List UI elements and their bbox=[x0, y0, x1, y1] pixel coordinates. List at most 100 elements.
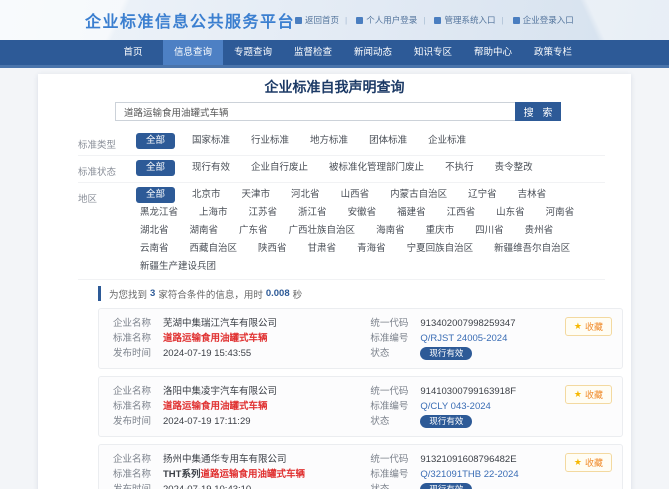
filter-option[interactable]: 山东省 bbox=[492, 205, 529, 221]
favorite-label: 收藏 bbox=[585, 388, 603, 401]
filter-option[interactable]: 广西壮族自治区 bbox=[285, 223, 360, 239]
standard-name-highlight[interactable]: 道路运输食用油罐式车辆 bbox=[200, 469, 305, 480]
standard-number-link[interactable]: Q/CLY 043-2024 bbox=[420, 400, 490, 413]
filter-option[interactable]: 被标准化管理部门废止 bbox=[325, 160, 428, 176]
filter-option[interactable]: 行业标准 bbox=[247, 133, 293, 149]
filter-option[interactable]: 宁夏回族自治区 bbox=[403, 241, 478, 257]
filter-option[interactable]: 云南省 bbox=[136, 241, 173, 257]
header-link[interactable]: 企业登录入口 bbox=[496, 14, 574, 26]
filter-option[interactable]: 重庆市 bbox=[422, 223, 459, 239]
unified-code: 913402007998259347 bbox=[420, 317, 515, 330]
filter-option[interactable]: 江西省 bbox=[443, 205, 480, 221]
favorite-button[interactable]: ★ 收藏 bbox=[565, 385, 612, 404]
nav-tab[interactable]: 信息查询 bbox=[163, 40, 223, 65]
nav-tab[interactable]: 专题查询 bbox=[223, 40, 283, 65]
favorite-button[interactable]: ★ 收藏 bbox=[565, 317, 612, 336]
company-name: 扬州中集通华专用车有限公司 bbox=[163, 453, 287, 466]
nav-tab[interactable]: 帮助中心 bbox=[463, 40, 523, 65]
code-label: 统一代码 bbox=[370, 385, 420, 398]
nav-tab-label: 帮助中心 bbox=[474, 47, 512, 58]
header-link[interactable]: 返回首页 bbox=[295, 14, 339, 26]
number-label: 标准编号 bbox=[370, 468, 420, 481]
home-icon bbox=[295, 17, 302, 24]
filter-option[interactable]: 海南省 bbox=[372, 223, 409, 239]
filter-option[interactable]: 浙江省 bbox=[294, 205, 331, 221]
filter-option[interactable]: 黑龙江省 bbox=[136, 205, 182, 221]
filter-option[interactable]: 国家标准 bbox=[188, 133, 234, 149]
filter-option[interactable]: 湖南省 bbox=[186, 223, 223, 239]
filter-option[interactable]: 江苏省 bbox=[245, 205, 282, 221]
header-link-label: 管理系统入口 bbox=[444, 14, 495, 26]
publish-date: 2024-07-19 15:43:55 bbox=[163, 347, 251, 360]
code-label: 统一代码 bbox=[370, 317, 420, 330]
filter-option[interactable]: 全部 bbox=[136, 160, 175, 176]
filter-option[interactable]: 吉林省 bbox=[514, 187, 551, 203]
filter-option[interactable]: 西藏自治区 bbox=[186, 241, 242, 257]
nav-tab[interactable]: 首页 bbox=[103, 40, 163, 65]
standard-name-highlight[interactable]: 道路运输食用油罐式车辆 bbox=[163, 401, 268, 412]
filter-option[interactable]: 四川省 bbox=[471, 223, 508, 239]
company-name: 芜湖中集瑞江汽车有限公司 bbox=[163, 317, 277, 330]
filter-option[interactable]: 全部 bbox=[136, 187, 175, 203]
filter-option[interactable]: 河北省 bbox=[287, 187, 324, 203]
filter-option[interactable]: 辽宁省 bbox=[464, 187, 501, 203]
code-label: 统一代码 bbox=[370, 453, 420, 466]
nav-tab-label: 知识专区 bbox=[414, 47, 452, 58]
filter-option[interactable]: 新疆维吾尔自治区 bbox=[490, 241, 574, 257]
search-button[interactable]: 搜 索 bbox=[515, 102, 561, 121]
nav-tab[interactable]: 监督检查 bbox=[283, 40, 343, 65]
filter-option[interactable]: 企业自行废止 bbox=[247, 160, 312, 176]
filter-option[interactable]: 内蒙古自治区 bbox=[386, 187, 451, 203]
filter-option[interactable]: 广东省 bbox=[235, 223, 272, 239]
filter-option[interactable]: 甘肃省 bbox=[304, 241, 341, 257]
standard-number-link[interactable]: Q/321091THB 22-2024 bbox=[420, 468, 518, 481]
filter-option[interactable]: 新疆生产建设兵团 bbox=[136, 259, 220, 275]
filter-option[interactable]: 不执行 bbox=[441, 160, 478, 176]
filter-option[interactable]: 河南省 bbox=[542, 205, 579, 221]
filter-option[interactable]: 团体标准 bbox=[365, 133, 411, 149]
filter-option[interactable]: 陕西省 bbox=[254, 241, 291, 257]
header-links: 返回首页 个人用户登录 管理系统入口 企业登录入口 bbox=[295, 14, 574, 26]
filter-row-region: 地区 全部 北京市 天津市 河北省 山西省 内蒙古自治区 辽宁省 吉 bbox=[78, 183, 605, 280]
nav-tab[interactable]: 政策专栏 bbox=[523, 40, 583, 65]
search-time: 0.008 bbox=[266, 288, 290, 299]
filter-option[interactable]: 全部 bbox=[136, 133, 175, 149]
nav-tab[interactable]: 新闻动态 bbox=[343, 40, 403, 65]
filter-option[interactable]: 企业标准 bbox=[424, 133, 470, 149]
filter-option[interactable]: 北京市 bbox=[188, 187, 225, 203]
date-label: 发布时间 bbox=[113, 483, 163, 489]
result-count: 3 bbox=[150, 288, 155, 299]
top-banner: 企业标准信息公共服务平台 返回首页 个人用户登录 管理系统入口 企业登录入口 bbox=[0, 0, 669, 40]
unified-code: 91321091608796482E bbox=[420, 453, 516, 466]
search-input[interactable] bbox=[115, 102, 515, 121]
star-icon: ★ bbox=[574, 321, 582, 332]
filter-option[interactable]: 安徽省 bbox=[344, 205, 381, 221]
date-label: 发布时间 bbox=[113, 415, 163, 428]
unified-code: 91410300799163918F bbox=[420, 385, 516, 398]
nav-tab[interactable]: 知识专区 bbox=[403, 40, 463, 65]
filter-option[interactable]: 福建省 bbox=[393, 205, 430, 221]
favorite-label: 收藏 bbox=[585, 320, 603, 333]
enterprise-icon bbox=[513, 17, 520, 24]
standard-label: 标准名称 bbox=[113, 332, 163, 345]
nav-items: 首页 信息查询 专题查询 监督检查 新闻动态 知识专区 帮助中心 bbox=[103, 40, 669, 65]
header-link[interactable]: 管理系统入口 bbox=[417, 14, 495, 26]
header-link[interactable]: 个人用户登录 bbox=[339, 14, 417, 26]
standard-label: 标准名称 bbox=[113, 400, 163, 413]
filter-option[interactable]: 责令整改 bbox=[491, 160, 537, 176]
status-badge: 现行有效 bbox=[420, 415, 472, 428]
filter-option[interactable]: 地方标准 bbox=[306, 133, 352, 149]
favorite-button[interactable]: ★ 收藏 bbox=[565, 453, 612, 472]
filter-option[interactable]: 山西省 bbox=[337, 187, 374, 203]
filter-option[interactable]: 湖北省 bbox=[136, 223, 173, 239]
filter-option[interactable]: 贵州省 bbox=[521, 223, 558, 239]
standard-name-highlight[interactable]: 道路运输食用油罐式车辆 bbox=[163, 333, 268, 344]
filter-option[interactable]: 现行有效 bbox=[188, 160, 234, 176]
content-panel: 企业标准自我声明查询 搜 索 标准类型 全部 国家标准 行业标准 地方标准 团体… bbox=[38, 74, 631, 489]
filter-option[interactable]: 青海省 bbox=[353, 241, 390, 257]
filter-option[interactable]: 上海市 bbox=[195, 205, 232, 221]
filter-label: 标准类型 bbox=[78, 133, 118, 151]
filter-option[interactable]: 天津市 bbox=[238, 187, 275, 203]
filter-options: 全部 国家标准 行业标准 地方标准 团体标准 企业标准 bbox=[136, 133, 470, 151]
standard-number-link[interactable]: Q/RJST 24005-2024 bbox=[420, 332, 507, 345]
